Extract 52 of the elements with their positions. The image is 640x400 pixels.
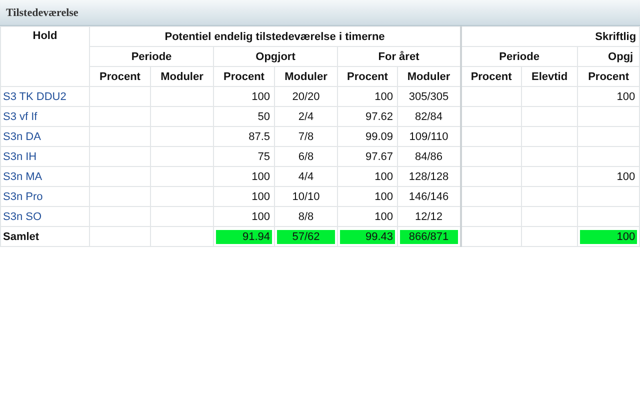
- column-header: Periode: [460, 46, 578, 66]
- table-cell: 99.43: [340, 230, 395, 244]
- column-header: Skriftlig: [460, 26, 640, 46]
- table-cell-text: 2/4: [297, 110, 315, 124]
- table-cell-text: 50: [256, 110, 271, 124]
- table-cell-text: 100: [374, 210, 394, 224]
- table-cell-text: 87.5: [248, 130, 271, 144]
- table-cell-text: 100: [374, 190, 394, 204]
- column-header: Moduler: [150, 66, 214, 86]
- table-cell-text: 7/8: [297, 130, 315, 144]
- column-header: Elevtid: [522, 66, 578, 86]
- column-header: Procent: [214, 66, 274, 86]
- table-cell-text: 97.62: [364, 110, 394, 124]
- table-cell-text: 100: [374, 170, 394, 184]
- table-cell-text: 100: [250, 210, 271, 224]
- table-cell-text: 84/86: [414, 150, 444, 164]
- column-header: Procent: [338, 66, 398, 86]
- column-header: Moduler: [274, 66, 338, 86]
- table-cell-text: 12/12: [414, 210, 444, 224]
- table-cell-text: 100: [616, 90, 636, 104]
- table-cell-text: 128/128: [408, 170, 450, 184]
- table-cell-text: 100: [250, 190, 271, 204]
- column-header: Opgjort: [214, 46, 338, 66]
- table-cell-text: 100: [616, 170, 636, 184]
- table-cell-text: 75: [256, 150, 271, 164]
- window-title: Tilstedeværelse: [0, 0, 640, 26]
- table-cell-text: 305/305: [408, 90, 450, 104]
- table-cell-text: 100: [374, 90, 394, 104]
- column-header: Potentiel endelig tilstedeværelse i timerne: [90, 26, 461, 46]
- table-cell-text: 109/110: [408, 130, 450, 144]
- table-cell-text: 100: [250, 90, 271, 104]
- column-header: Periode: [90, 46, 214, 66]
- table-cell: 57/62: [277, 230, 335, 244]
- table-cell-text: 146/146: [408, 190, 450, 204]
- table-cell: 866/871: [400, 230, 458, 244]
- column-header: Hold: [0, 26, 90, 86]
- table-cell-text: 4/4: [297, 170, 315, 184]
- table-cell: 100: [580, 230, 638, 244]
- table-cell: Samlet: [3, 230, 40, 242]
- table-cell-text: 99.09: [364, 130, 394, 144]
- column-header: Procent: [578, 66, 640, 86]
- table-cell: 91.94: [216, 230, 272, 244]
- column-header: Procent: [90, 66, 150, 86]
- table-cell-text: 97.67: [364, 150, 394, 164]
- column-header: Opgj: [578, 46, 640, 66]
- table-cell-text: 10/10: [291, 190, 321, 204]
- column-header: Procent: [460, 66, 522, 86]
- table-cell-text: 8/8: [297, 210, 315, 224]
- table-cell-text: 82/84: [414, 110, 444, 124]
- table-cell-text: 100: [250, 170, 271, 184]
- table-cell-text: 6/8: [297, 150, 315, 164]
- table-cell-text: 20/20: [291, 90, 321, 104]
